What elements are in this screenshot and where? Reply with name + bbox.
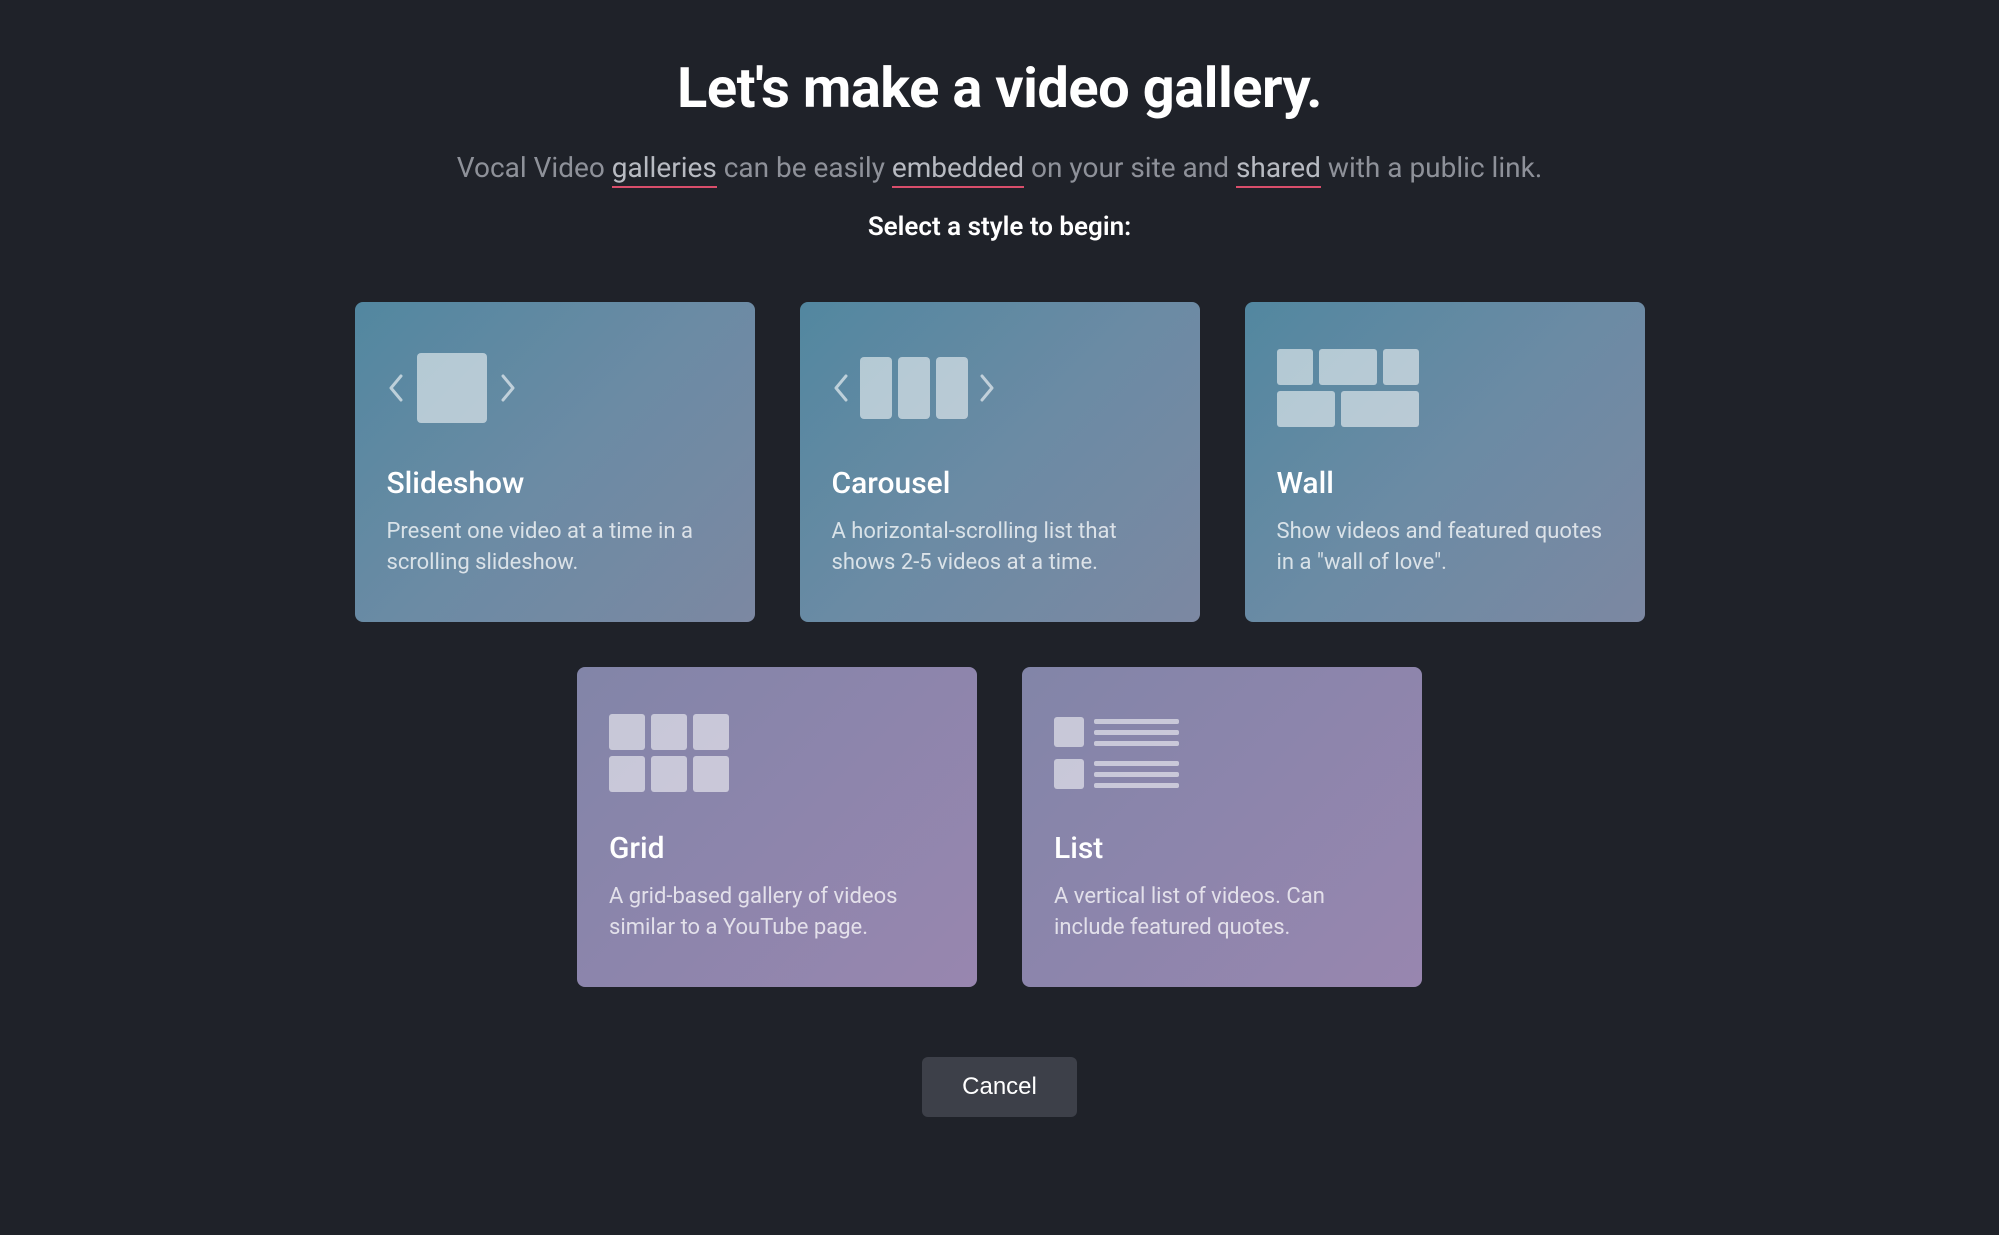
slideshow-icon <box>387 338 723 438</box>
wall-description: Show videos and featured quotes in a "wa… <box>1277 517 1613 579</box>
page-title: Let's make a video gallery. <box>677 55 1322 121</box>
chevron-left-icon <box>832 373 850 403</box>
chevron-right-icon <box>499 373 517 403</box>
subtitle-text: on your site and <box>1024 151 1236 184</box>
slideshow-title: Slideshow <box>387 466 723 501</box>
subtitle-text: Vocal Video <box>457 151 612 184</box>
chevron-left-icon <box>387 373 405 403</box>
slideshow-card[interactable]: Slideshow Present one video at a time in… <box>355 302 755 622</box>
cards-container: Slideshow Present one video at a time in… <box>355 302 1645 987</box>
galleries-link[interactable]: galleries <box>612 151 717 188</box>
chevron-right-icon <box>978 373 996 403</box>
carousel-title: Carousel <box>832 466 1168 501</box>
list-card[interactable]: List A vertical list of videos. Can incl… <box>1022 667 1422 987</box>
cards-row-2: Grid A grid-based gallery of videos simi… <box>577 667 1422 987</box>
subtitle: Vocal Video galleries can be easily embe… <box>457 151 1542 184</box>
grid-description: A grid-based gallery of videos similar t… <box>609 882 945 944</box>
select-style-prompt: Select a style to begin: <box>868 212 1131 242</box>
carousel-card[interactable]: Carousel A horizontal-scrolling list tha… <box>800 302 1200 622</box>
embedded-link[interactable]: embedded <box>892 151 1024 188</box>
slideshow-description: Present one video at a time in a scrolli… <box>387 517 723 579</box>
list-description: A vertical list of videos. Can include f… <box>1054 882 1390 944</box>
cancel-button[interactable]: Cancel <box>922 1057 1077 1117</box>
cards-row-1: Slideshow Present one video at a time in… <box>355 302 1645 622</box>
grid-icon <box>609 703 945 803</box>
grid-card[interactable]: Grid A grid-based gallery of videos simi… <box>577 667 977 987</box>
wall-icon <box>1277 338 1613 438</box>
wall-title: Wall <box>1277 466 1613 501</box>
wall-card[interactable]: Wall Show videos and featured quotes in … <box>1245 302 1645 622</box>
subtitle-text: can be easily <box>717 151 892 184</box>
list-icon <box>1054 703 1390 803</box>
list-title: List <box>1054 831 1390 866</box>
subtitle-text: with a public link. <box>1321 151 1542 184</box>
carousel-description: A horizontal-scrolling list that shows 2… <box>832 517 1168 579</box>
shared-link[interactable]: shared <box>1236 151 1321 188</box>
grid-title: Grid <box>609 831 945 866</box>
carousel-icon <box>832 338 1168 438</box>
